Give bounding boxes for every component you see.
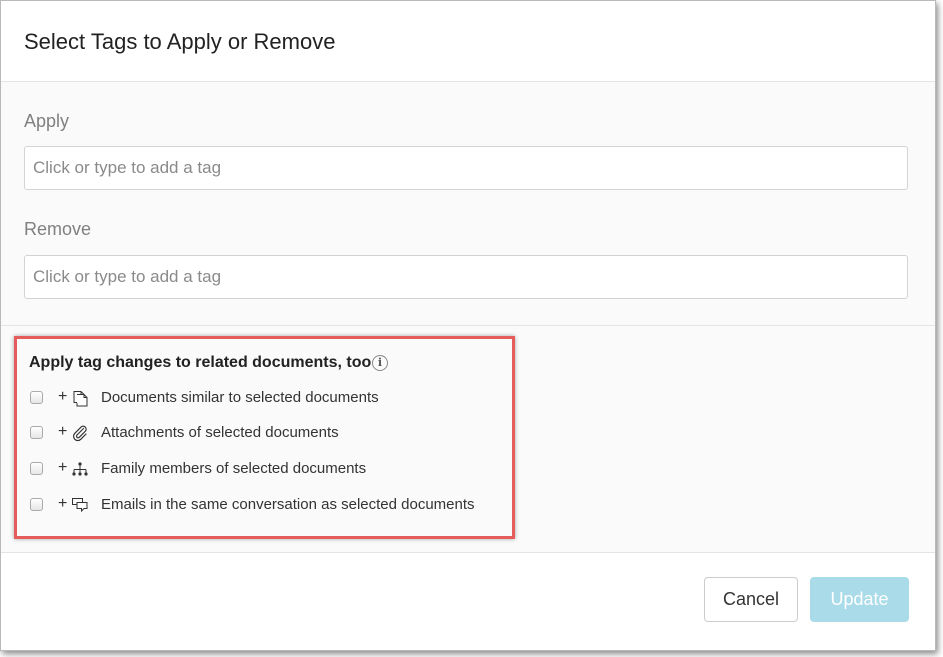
related-documents-section: Apply tag changes to related documents, …: [1, 326, 935, 553]
email-conversation-checkbox[interactable]: [30, 498, 43, 511]
dialog-footer: Cancel Update: [1, 553, 935, 650]
family-members-checkbox[interactable]: [30, 462, 43, 475]
update-button[interactable]: Update: [810, 577, 909, 622]
hierarchy-icon: [72, 462, 88, 476]
select-tags-dialog: Select Tags to Apply or Remove Apply Rem…: [0, 0, 936, 651]
apply-label: Apply: [24, 111, 70, 131]
option-label: Attachments of selected documents: [101, 424, 339, 441]
plus-icon: +: [58, 423, 68, 440]
plus-icon: +: [58, 388, 68, 405]
dialog-title: Select Tags to Apply or Remove: [24, 29, 336, 54]
conversation-icon: [72, 498, 88, 513]
attachments-checkbox[interactable]: [30, 426, 43, 439]
cancel-button[interactable]: Cancel: [704, 577, 798, 622]
option-attachments[interactable]: + Attachments of selected documents: [29, 423, 499, 445]
option-family-members[interactable]: + Family members of selected documents: [29, 459, 499, 481]
option-label: Family members of selected documents: [101, 460, 367, 477]
plus-icon: +: [58, 495, 68, 512]
paperclip-icon: [72, 425, 87, 442]
dialog-header: Select Tags to Apply or Remove: [1, 1, 935, 82]
option-label: Emails in the same conversation as selec…: [101, 496, 475, 513]
remove-tag-input[interactable]: [24, 255, 908, 299]
dialog-body: Apply Remove: [1, 82, 935, 326]
option-label: Documents similar to selected documents: [101, 389, 379, 406]
info-icon[interactable]: i: [372, 355, 388, 371]
remove-label: Remove: [24, 219, 92, 239]
similar-documents-icon: [73, 391, 88, 407]
option-email-conversation[interactable]: + Emails in the same conversation as sel…: [29, 495, 499, 517]
related-heading: Apply tag changes to related documents, …: [29, 354, 372, 371]
plus-icon: +: [58, 459, 68, 476]
option-similar-documents[interactable]: + Documents similar to selected document…: [29, 388, 499, 410]
similar-documents-checkbox[interactable]: [30, 391, 43, 404]
apply-tag-input[interactable]: [24, 146, 908, 190]
